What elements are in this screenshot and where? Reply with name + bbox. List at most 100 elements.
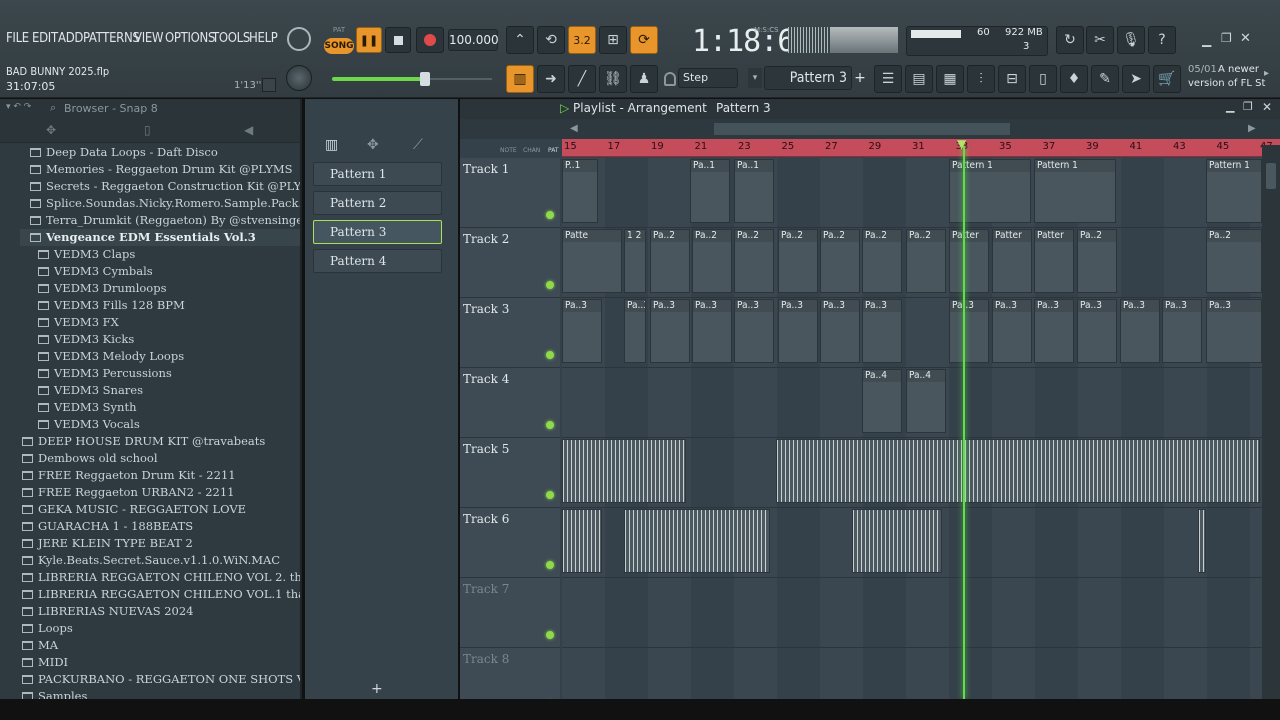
audio-clip[interactable] <box>562 439 686 503</box>
pattern-clip[interactable]: Patter <box>1034 229 1074 293</box>
menu-tools[interactable]: TOOLS <box>212 31 250 46</box>
master-pitch-slider-track[interactable] <box>430 78 492 80</box>
browser-item[interactable]: Samples <box>22 688 300 699</box>
song-mode-toggle[interactable]: SONG <box>324 38 354 54</box>
audio-clip[interactable] <box>776 439 1260 503</box>
pattern-clip[interactable]: Pa..2 <box>650 229 690 293</box>
piano-roll-window-button[interactable]: ▤ <box>905 65 933 93</box>
browser-menu-icon[interactable]: ▾ ↶ ↷ <box>6 102 31 112</box>
browser-item[interactable]: VEDM3 Claps <box>38 246 300 263</box>
speaker-icon[interactable]: ◀ <box>244 123 253 137</box>
hint-knob-icon[interactable] <box>287 27 311 51</box>
audio-clip[interactable] <box>1198 509 1206 573</box>
add-pattern-button[interactable]: + <box>853 68 867 88</box>
pattern-selector[interactable]: Pattern 3 <box>764 66 852 90</box>
browser-item[interactable]: VEDM3 Cymbals <box>38 263 300 280</box>
browser-button[interactable]: ⊟ <box>998 65 1026 93</box>
pattern-clip[interactable]: Pa..4 <box>862 369 902 433</box>
channel-rack-button[interactable]: ▦ <box>936 65 964 93</box>
cut-button[interactable]: ✂ <box>1086 26 1114 54</box>
pattern-clip[interactable]: Pa..2 <box>906 229 946 293</box>
track-header[interactable]: Track 1 <box>460 158 560 228</box>
pattern-clip[interactable]: Pa..3 <box>692 299 732 363</box>
menu-file[interactable]: FILE <box>6 31 29 46</box>
browser-item[interactable]: Splice.Soundas.Nicky.Romero.Sample.Pack.… <box>30 195 300 212</box>
stamp-button[interactable]: ♟ <box>630 65 658 93</box>
playhead[interactable] <box>963 146 965 699</box>
pattern-item[interactable]: Pattern 3 <box>313 220 442 244</box>
pattern-clip[interactable]: Pa..3 <box>862 299 902 363</box>
track-header[interactable]: Track 3 <box>460 298 560 368</box>
collapse-icon[interactable]: ✥ <box>46 123 56 137</box>
touch-controller-button[interactable]: ✎ <box>1091 65 1119 93</box>
track-mute-led[interactable] <box>546 351 554 359</box>
browser-item[interactable]: Terra_Drumkit (Reggaeton) By @stvensinge <box>30 212 300 229</box>
track-lane[interactable]: Pa..3 Pa..3 Pa..3 Pa..3 Pa..3 Pa..3 Pa..3 Pa..3… <box>562 298 1280 368</box>
menu-options[interactable]: OPTIONS <box>165 31 215 46</box>
pattern-clip[interactable]: Pa..3 <box>624 299 646 363</box>
pattern-clip[interactable]: Pa..4 <box>906 369 946 433</box>
pattern-item[interactable]: Pattern 2 <box>313 191 442 215</box>
pattern-clip[interactable]: Pa..3 <box>992 299 1032 363</box>
track-lane[interactable] <box>562 578 1280 648</box>
track-lane[interactable]: Pa..4 Pa..4 <box>562 368 1280 438</box>
piano-roll-button[interactable]: ▥ <box>506 65 534 93</box>
loop-record-button[interactable]: ⟳ <box>630 26 658 54</box>
countdown-button[interactable]: 3.2 <box>568 26 596 54</box>
browser-item[interactable]: VEDM3 Percussions <box>38 365 300 382</box>
tempo-display[interactable]: 100.000 <box>448 29 499 51</box>
pattern-clip[interactable]: Patte <box>562 229 622 293</box>
track-header[interactable]: Track 2 <box>460 228 560 298</box>
pattern-prev-button[interactable]: ▾ <box>748 68 762 88</box>
pattern-clip[interactable]: Pattern 1 <box>949 159 1031 223</box>
pattern-item[interactable]: Pattern 4 <box>313 249 442 273</box>
scroll-left-icon[interactable]: ◀ <box>570 123 578 134</box>
automation-clip-icon[interactable]: ⟋ <box>413 137 423 153</box>
pattern-clip[interactable]: Patter <box>949 229 989 293</box>
record-button[interactable] <box>416 27 444 53</box>
add-pattern-icon[interactable]: + <box>371 681 383 697</box>
pattern-clip[interactable]: Pa..3 <box>734 299 774 363</box>
pattern-clip[interactable]: Pa..3 <box>1034 299 1074 363</box>
pattern-clip[interactable]: Pa..3 <box>650 299 690 363</box>
next-button[interactable]: ➜ <box>537 65 565 93</box>
pattern-clip[interactable]: Pa..3 <box>1077 299 1117 363</box>
pattern-clip[interactable]: Pa..2 <box>692 229 732 293</box>
track-header[interactable]: Track 5 <box>460 438 560 508</box>
plugin-picker-button[interactable]: ♦ <box>1060 65 1088 93</box>
pattern-clip[interactable]: Pattern 1 <box>1034 159 1116 223</box>
mixer-button[interactable]: ⫶ <box>967 65 995 93</box>
wait-input-button[interactable]: ⟲ <box>537 26 565 54</box>
track-mute-led[interactable] <box>546 421 554 429</box>
search-icon[interactable]: ⌕ <box>50 101 56 115</box>
notice-line1[interactable]: A newer <box>1218 64 1259 75</box>
track-mute-led[interactable] <box>546 211 554 219</box>
track-header[interactable]: Track 4 <box>460 368 560 438</box>
vertical-scroll-thumb[interactable] <box>1266 163 1276 189</box>
browser-title[interactable]: Browser - Snap 8 <box>64 102 158 115</box>
browser-item[interactable]: DEEP HOUSE DRUM KIT @travabeats <box>22 433 300 450</box>
browser-item[interactable]: JERE KLEIN TYPE BEAT 2 <box>22 535 300 552</box>
browser-item[interactable]: Dembows old school <box>22 450 300 467</box>
playlist-minimize-icon[interactable]: ▁ <box>1226 100 1234 113</box>
snap-mode-select[interactable]: Step <box>678 68 738 88</box>
playlist-pattern-name[interactable]: Pattern 3 <box>716 101 771 115</box>
browser-item[interactable]: Loops <box>22 620 300 637</box>
browser-item[interactable]: GEKA MUSIC - REGGAETON LOVE <box>22 501 300 518</box>
pattern-clip[interactable]: Pa..2 <box>1077 229 1117 293</box>
pattern-clip[interactable]: Pa..2 <box>820 229 860 293</box>
pattern-clip[interactable]: Pa..2 <box>778 229 818 293</box>
pattern-clip[interactable]: Pa..2 <box>734 229 774 293</box>
browser-item[interactable]: VEDM3 Synth <box>38 399 300 416</box>
menu-add[interactable]: ADD <box>58 31 83 46</box>
pat-mode-label[interactable]: PAT <box>326 26 352 36</box>
close-icon[interactable]: ✕ <box>1240 31 1254 46</box>
pattern-clip[interactable]: Pa..3 <box>1206 299 1262 363</box>
browser-item[interactable]: VEDM3 Kicks <box>38 331 300 348</box>
browser-item[interactable]: LIBRERIA REGGAETON CHILENO VOL 2. thatbo… <box>22 569 300 586</box>
pattern-clip[interactable]: Pa..1 <box>690 159 730 223</box>
master-volume-knob[interactable] <box>286 65 312 91</box>
audio-clip-icon[interactable]: ✥ <box>367 137 379 153</box>
master-pitch-slider-handle[interactable] <box>420 72 430 86</box>
metronome-button[interactable]: ⌃ <box>506 26 534 54</box>
